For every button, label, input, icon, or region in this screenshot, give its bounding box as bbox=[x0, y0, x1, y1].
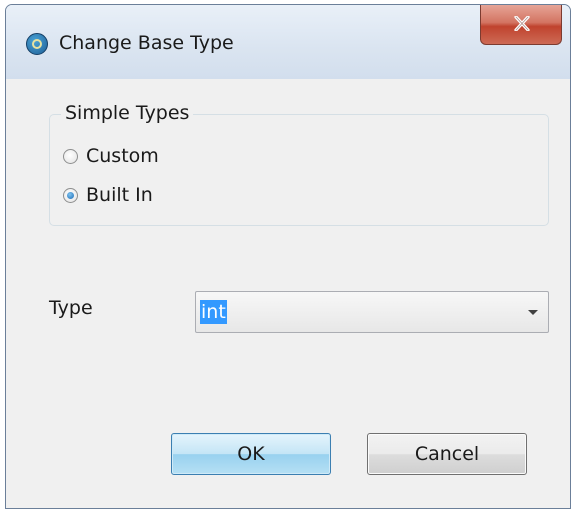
cancel-button[interactable]: Cancel bbox=[367, 433, 527, 475]
type-label: Type bbox=[49, 297, 93, 319]
radio-built-in-indicator[interactable] bbox=[63, 187, 78, 203]
close-button[interactable] bbox=[480, 5, 562, 45]
dialog-content: Simple Types Custom Built In Type int OK… bbox=[10, 79, 566, 504]
ok-button[interactable]: OK bbox=[171, 433, 331, 475]
window-title: Change Base Type bbox=[59, 32, 234, 54]
title-bar[interactable]: Change Base Type bbox=[6, 5, 570, 79]
type-combobox[interactable]: int bbox=[195, 291, 549, 333]
radio-custom-label[interactable]: Custom bbox=[86, 145, 159, 167]
radio-built-in-label[interactable]: Built In bbox=[86, 184, 153, 206]
radio-custom-indicator[interactable] bbox=[63, 148, 78, 164]
radio-custom[interactable]: Custom bbox=[63, 144, 159, 168]
radio-built-in[interactable]: Built In bbox=[63, 183, 153, 207]
chevron-down-icon[interactable] bbox=[528, 310, 538, 315]
simple-types-legend: Simple Types bbox=[61, 102, 194, 124]
type-combobox-value[interactable]: int bbox=[200, 300, 227, 324]
dialog-window: Change Base Type Simple Types Custom Bui… bbox=[5, 4, 571, 509]
simple-types-group bbox=[49, 114, 549, 226]
app-icon bbox=[26, 33, 48, 55]
close-icon bbox=[514, 16, 530, 31]
